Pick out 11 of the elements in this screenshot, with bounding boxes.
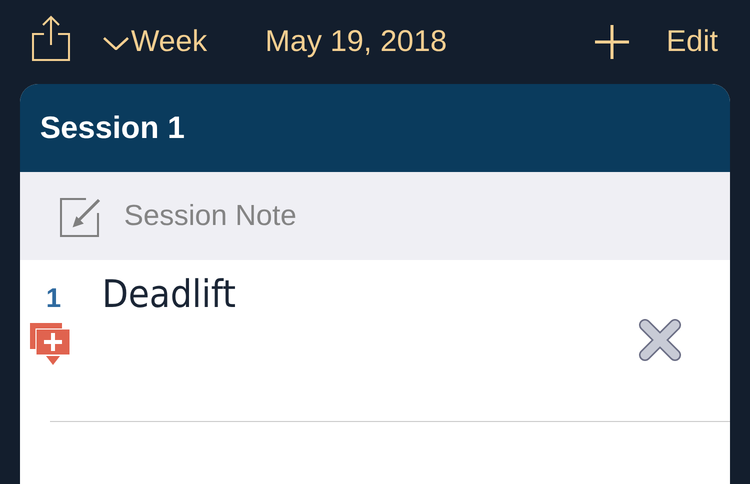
add-icon[interactable] bbox=[594, 24, 630, 60]
exercise-number: 1 bbox=[46, 283, 62, 314]
session-title: Session 1 bbox=[40, 110, 185, 146]
edit-button[interactable]: Edit bbox=[666, 25, 718, 59]
week-button[interactable]: Week bbox=[103, 25, 208, 59]
date-label: May 19, 2018 bbox=[265, 25, 447, 59]
add-comment-icon[interactable] bbox=[30, 323, 72, 367]
share-icon[interactable] bbox=[31, 15, 71, 61]
close-icon[interactable] bbox=[639, 319, 681, 361]
exercise-name: Deadlift bbox=[102, 272, 236, 316]
chevron-icon bbox=[103, 34, 129, 50]
